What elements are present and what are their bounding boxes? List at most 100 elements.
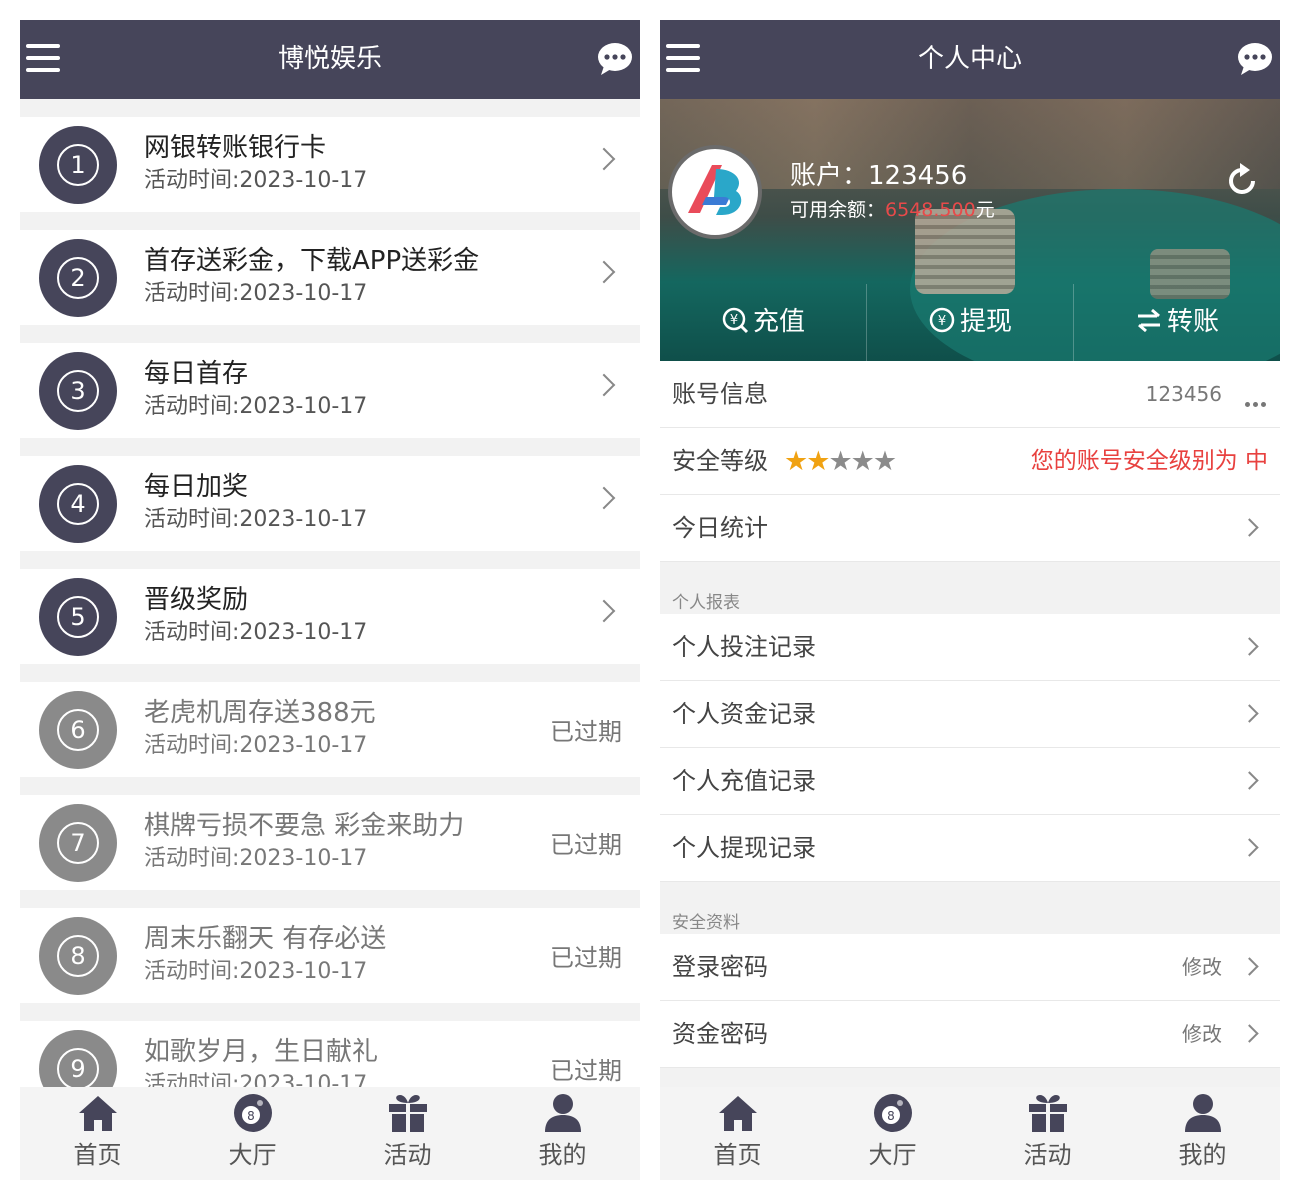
withdraw-records-row[interactable]: 个人提现记录 [660, 815, 1280, 882]
billiard-ball-icon: 8 [873, 1094, 912, 1132]
activity-date: 活动时间:2023-10-17 [144, 507, 368, 532]
refresh-icon[interactable] [1226, 161, 1260, 197]
tab-lobby[interactable]: 8 大厅 [175, 1087, 330, 1180]
home-icon [718, 1096, 757, 1131]
security-level-row: 安全等级 ★★★★★ 您的账号安全级别为 中 [660, 428, 1280, 495]
account-info-value: 123456 [1145, 382, 1222, 406]
yen-circle-icon: ¥ [722, 307, 749, 334]
activity-title: 棋牌亏损不要急 彩金来助力 [144, 811, 465, 841]
modify-link[interactable]: 修改 [1182, 1001, 1222, 1067]
activity-item[interactable]: 5 晋级奖励 活动时间:2023-10-17 [20, 569, 640, 664]
activity-number-badge: 2 [39, 239, 117, 317]
tab-mine[interactable]: 我的 [1125, 1087, 1280, 1180]
top-bar: 个人中心 [660, 20, 1280, 99]
activity-item[interactable]: 4 每日加奖 活动时间:2023-10-17 [20, 456, 640, 551]
gift-icon [388, 1095, 427, 1132]
modify-link[interactable]: 修改 [1182, 934, 1222, 1000]
activity-date: 活动时间:2023-10-17 [144, 846, 368, 871]
activity-number-badge: 8 [39, 917, 117, 995]
yen-circle-icon: ¥ [929, 307, 955, 333]
svg-text:8: 8 [247, 1109, 255, 1123]
user-icon [544, 1094, 581, 1132]
activity-title: 网银转账银行卡 [144, 133, 327, 163]
chevron-right-icon [1240, 771, 1259, 790]
activity-date: 活动时间:2023-10-17 [144, 394, 368, 419]
security-stars: ★★★★★ [784, 446, 897, 477]
svg-text:8: 8 [887, 1109, 895, 1123]
chat-bubble-icon[interactable] [1236, 40, 1274, 78]
tab-activity[interactable]: 活动 [970, 1087, 1125, 1180]
avatar[interactable] [668, 145, 762, 239]
star-icon: ★ [806, 446, 830, 477]
quick-actions: ¥ 充值 ¥ 提现 转账 [660, 284, 1280, 361]
more-dots-icon [1242, 392, 1266, 411]
report-section-title: 个人报表 [672, 593, 740, 613]
chevron-right-icon [1240, 518, 1259, 537]
activity-item[interactable]: 3 每日首存 活动时间:2023-10-17 [20, 343, 640, 438]
activity-title: 首存送彩金，下载APP送彩金 [144, 246, 480, 276]
activity-item[interactable]: 7 棋牌亏损不要急 彩金来助力 活动时间:2023-10-17 已过期 [20, 795, 640, 890]
security-message: 您的账号安全级别为 中 [1030, 448, 1268, 474]
activity-date: 活动时间:2023-10-17 [144, 620, 368, 645]
tab-mine[interactable]: 我的 [485, 1087, 640, 1180]
activity-number-badge: 9 [39, 1030, 117, 1087]
personal-center-screen: 个人中心 账户：123456 可用余额：6548.500元 ¥ 充值 ¥ 提现 … [660, 20, 1280, 1180]
chevron-right-icon [592, 599, 616, 623]
activity-item[interactable]: 9 如歌岁月，生日献礼 活动时间:2023-10-17 已过期 [20, 1021, 640, 1087]
tab-lobby[interactable]: 8 大厅 [815, 1087, 970, 1180]
activity-title: 如歌岁月，生日献礼 [144, 1037, 379, 1067]
fund-password-row[interactable]: 资金密码 修改 [660, 1001, 1280, 1068]
activity-list: 1 网银转账银行卡 活动时间:2023-10-17 2 首存送彩金，下载APP送… [20, 117, 640, 1087]
activity-item[interactable]: 6 老虎机周存送388元 活动时间:2023-10-17 已过期 [20, 682, 640, 777]
home-icon [78, 1096, 117, 1131]
fund-records-row[interactable]: 个人资金记录 [660, 681, 1280, 748]
security-section-title: 安全资料 [672, 913, 740, 933]
tab-activity[interactable]: 活动 [330, 1087, 485, 1180]
account-id: 123456 [868, 161, 968, 191]
user-icon [1184, 1094, 1221, 1132]
profile-banner: 账户：123456 可用余额：6548.500元 ¥ 充值 ¥ 提现 转账 [660, 99, 1280, 361]
chevron-right-icon [1240, 1024, 1259, 1043]
expired-status: 已过期 [550, 831, 622, 859]
logo-icon [688, 165, 742, 215]
login-password-row[interactable]: 登录密码 修改 [660, 934, 1280, 1001]
activity-number-badge: 4 [39, 465, 117, 543]
expired-status: 已过期 [550, 1057, 622, 1085]
balance-amount: 6548.500 [885, 199, 976, 221]
expired-status: 已过期 [550, 944, 622, 972]
activity-item[interactable]: 2 首存送彩金，下载APP送彩金 活动时间:2023-10-17 [20, 230, 640, 325]
star-icon: ★ [828, 446, 852, 477]
balance-line: 可用余额：6548.500元 [790, 199, 995, 221]
transfer-button[interactable]: 转账 [1073, 284, 1280, 361]
tab-home[interactable]: 首页 [660, 1087, 815, 1180]
activity-number-badge: 1 [39, 126, 117, 204]
activity-number-badge: 7 [39, 804, 117, 882]
account-info-row[interactable]: 账号信息 123456 [660, 361, 1280, 428]
chevron-right-icon [592, 147, 616, 171]
activity-date: 活动时间:2023-10-17 [144, 168, 368, 193]
top-bar: 博悦娱乐 [20, 20, 640, 99]
activity-title: 每日加奖 [144, 472, 249, 502]
today-stats-row[interactable]: 今日统计 [660, 495, 1280, 562]
activity-number-badge: 6 [39, 691, 117, 769]
svg-text:¥: ¥ [730, 313, 738, 328]
deposit-records-row[interactable]: 个人充值记录 [660, 748, 1280, 815]
transfer-arrows-icon [1137, 308, 1160, 333]
activity-screen: 博悦娱乐 1 网银转账银行卡 活动时间:2023-10-17 2 首存送彩金，下… [20, 20, 640, 1180]
chevron-right-icon [1240, 838, 1259, 857]
bottom-tab-bar: 首页 8 大厅 活动 我的 [660, 1087, 1280, 1180]
chevron-right-icon [592, 373, 616, 397]
deposit-button[interactable]: ¥ 充值 [660, 284, 866, 361]
tab-home[interactable]: 首页 [20, 1087, 175, 1180]
chevron-right-icon [592, 486, 616, 510]
bet-records-row[interactable]: 个人投注记录 [660, 614, 1280, 681]
activity-date: 活动时间:2023-10-17 [144, 959, 368, 984]
activity-item[interactable]: 8 周末乐翻天 有存必送 活动时间:2023-10-17 已过期 [20, 908, 640, 1003]
page-title: 个人中心 [917, 44, 1022, 74]
chat-bubble-icon[interactable] [596, 40, 634, 78]
activity-item[interactable]: 1 网银转账银行卡 活动时间:2023-10-17 [20, 117, 640, 212]
activity-title: 周末乐翻天 有存必送 [144, 924, 387, 954]
chevron-right-icon [1240, 637, 1259, 656]
activity-title: 晋级奖励 [144, 585, 249, 615]
withdraw-button[interactable]: ¥ 提现 [866, 284, 1073, 361]
